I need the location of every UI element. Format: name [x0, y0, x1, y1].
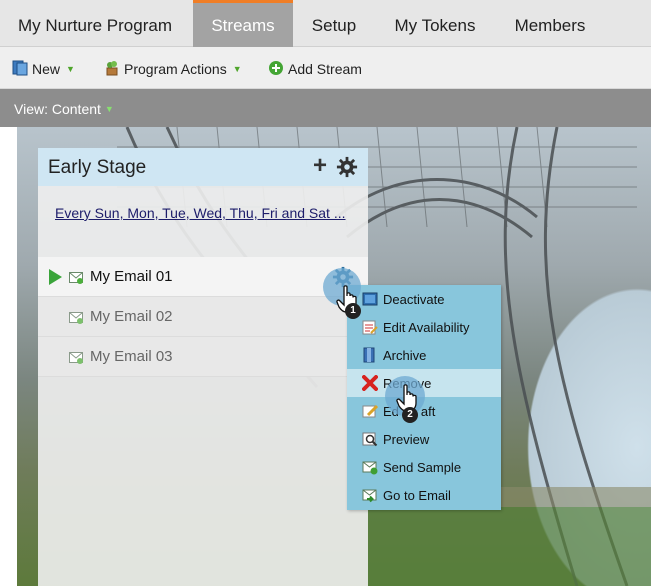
- email-name[interactable]: My Email 03: [90, 348, 173, 365]
- send-sample-icon: [362, 461, 378, 475]
- chevron-down-icon: ▼: [66, 64, 75, 74]
- tab-my-nurture-program[interactable]: My Nurture Program: [0, 0, 190, 47]
- cadence-link[interactable]: Every Sun, Mon, Tue, Wed, Thu, Fri and S…: [55, 205, 346, 221]
- add-stream-label: Add Stream: [288, 61, 362, 77]
- menu-item-label: Archive: [383, 348, 427, 363]
- program-actions-label: Program Actions: [124, 61, 227, 77]
- menu-item-archive[interactable]: Archive: [347, 341, 501, 369]
- menu-item-send-sample[interactable]: Send Sample: [347, 453, 501, 481]
- email-icon: [69, 312, 83, 324]
- view-selector[interactable]: View: Content ▼: [14, 101, 114, 117]
- edit-availability-icon: [362, 320, 378, 335]
- email-name[interactable]: My Email 02: [90, 308, 173, 325]
- new-icon: [12, 60, 28, 79]
- menu-item-preview[interactable]: Preview: [347, 425, 501, 453]
- step-badge: 1: [345, 303, 361, 319]
- view-label: View: Content: [14, 101, 101, 117]
- go-to-email-icon: [362, 489, 377, 503]
- chevron-down-icon: ▼: [104, 104, 114, 114]
- tab-streams[interactable]: Streams: [193, 0, 293, 47]
- edit-draft-icon: [362, 404, 378, 418]
- menu-item-label: Preview: [383, 432, 430, 447]
- preview-icon: [362, 432, 378, 447]
- add-icon: [268, 60, 284, 79]
- deactivate-icon: [362, 292, 378, 306]
- tab-bar: My Nurture Program Streams Setup My Toke…: [0, 0, 651, 47]
- menu-item-deactivate[interactable]: Deactivate: [347, 285, 501, 313]
- tab-members[interactable]: Members: [500, 0, 600, 47]
- tab-my-tokens[interactable]: My Tokens: [381, 0, 489, 47]
- menu-item-go-to-email[interactable]: Go to Email: [347, 481, 501, 509]
- add-content-button[interactable]: +: [313, 152, 327, 180]
- menu-item-label: Edit Availability: [383, 320, 470, 335]
- email-icon: [69, 352, 83, 364]
- gear-icon[interactable]: [336, 156, 358, 178]
- menu-item-label: Deactivate: [383, 292, 445, 307]
- new-button[interactable]: New ▼: [12, 59, 75, 79]
- program-actions-button[interactable]: Program Actions ▼: [104, 59, 242, 79]
- email-icon: [69, 272, 83, 284]
- tab-setup[interactable]: Setup: [297, 0, 371, 47]
- stream-panel: Early Stage + Every Sun, Mon, Tue, Wed, …: [38, 148, 368, 586]
- new-label: New: [32, 61, 61, 77]
- menu-item-label: Send Sample: [383, 460, 462, 475]
- stream-header: Early Stage +: [38, 148, 368, 186]
- stream-title: Early Stage: [48, 157, 147, 178]
- add-stream-button[interactable]: Add Stream: [268, 59, 362, 79]
- menu-item-edit-availability[interactable]: Edit Availability: [347, 313, 501, 341]
- list-item[interactable]: My Email 03: [38, 337, 368, 377]
- view-bar: View: Content ▼: [0, 89, 651, 127]
- list-item[interactable]: My Email 01: [38, 257, 368, 297]
- toolbar: New ▼ Program Actions ▼ Add Stream: [0, 47, 651, 89]
- chevron-down-icon: ▼: [232, 64, 242, 74]
- archive-icon: [363, 347, 375, 363]
- step-badge: 2: [402, 407, 418, 423]
- program-actions-icon: [104, 60, 120, 79]
- list-item[interactable]: My Email 02: [38, 297, 368, 337]
- menu-item-label: Go to Email: [383, 488, 451, 503]
- remove-icon: [362, 375, 378, 391]
- email-name[interactable]: My Email 01: [90, 268, 173, 285]
- play-icon: [49, 269, 62, 285]
